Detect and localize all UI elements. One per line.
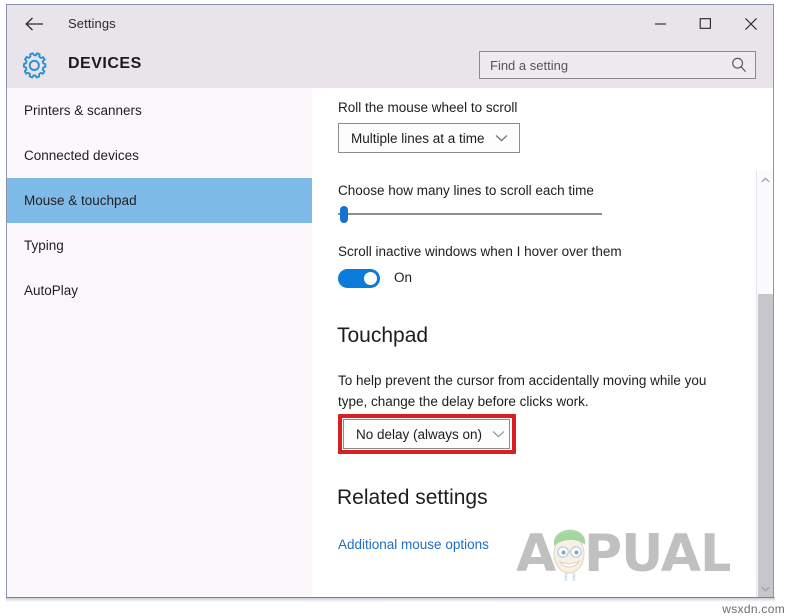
site-watermark: wsxdn.com <box>722 602 785 616</box>
settings-content-scroll-area: Roll the mouse wheel to scroll Multiple … <box>312 88 756 597</box>
window-drop-shadow <box>6 597 775 602</box>
related-settings-heading: Related settings <box>337 486 488 509</box>
touchpad-delay-highlight <box>338 414 516 454</box>
close-button[interactable] <box>728 5 773 42</box>
minimize-icon <box>655 23 666 25</box>
mouse-wheel-dropdown[interactable]: Multiple lines at a time <box>338 123 520 153</box>
scroll-lines-label: Choose how many lines to scroll each tim… <box>338 183 594 198</box>
content-scrollbar[interactable] <box>756 171 773 597</box>
sidebar-item-label: Typing <box>24 238 64 253</box>
scrollbar-thumb[interactable] <box>758 294 773 597</box>
sidebar-item-connected-devices[interactable]: Connected devices <box>7 133 312 178</box>
screenshot-root: Settings DEVICES Find a setting Printers… <box>0 0 789 616</box>
chevron-down-icon <box>760 586 770 592</box>
search-input[interactable] <box>480 52 723 78</box>
touchpad-description: To help prevent the cursor from accident… <box>338 373 707 409</box>
sidebar-item-mouse-touchpad[interactable]: Mouse & touchpad <box>7 178 312 223</box>
settings-content: Roll the mouse wheel to scroll Multiple … <box>312 88 773 597</box>
sidebar-item-typing[interactable]: Typing <box>7 223 312 268</box>
window-title: Settings <box>68 16 116 31</box>
svg-text:PUALS: PUALS <box>584 524 730 581</box>
mouse-wheel-dropdown-value: Multiple lines at a time <box>351 130 485 146</box>
touchpad-heading: Touchpad <box>337 324 429 347</box>
scrollbar-down-arrow[interactable] <box>757 580 773 597</box>
search-icon <box>730 56 748 74</box>
scroll-lines-slider[interactable] <box>338 206 608 223</box>
scroll-inactive-toggle-state: On <box>394 270 413 285</box>
sidebar-item-label: Connected devices <box>24 148 139 163</box>
slider-thumb[interactable] <box>340 206 348 223</box>
sidebar-item-label: Mouse & touchpad <box>24 193 137 208</box>
svg-text:A: A <box>516 524 556 581</box>
maximize-icon <box>699 18 711 29</box>
maximize-button[interactable] <box>683 5 728 42</box>
back-button[interactable] <box>19 10 51 38</box>
search-box[interactable] <box>479 51 756 79</box>
close-icon <box>744 17 757 30</box>
additional-mouse-options-link[interactable]: Additional mouse options <box>338 537 489 552</box>
appuals-logo-icon: A PUALS <box>516 524 756 584</box>
sidebar-item-printers-scanners[interactable]: Printers & scanners <box>7 88 312 133</box>
title-bar: Settings <box>7 5 773 42</box>
scroll-inactive-toggle[interactable] <box>338 269 380 288</box>
slider-track <box>338 213 602 215</box>
chevron-down-icon <box>495 131 509 145</box>
settings-window: Settings DEVICES Find a setting Printers… <box>6 4 774 598</box>
sidebar-item-label: AutoPlay <box>24 283 79 298</box>
scroll-inactive-label: Scroll inactive windows when I hover ove… <box>338 244 622 259</box>
sidebar-item-autoplay[interactable]: AutoPlay <box>7 268 312 313</box>
gear-icon <box>19 50 49 80</box>
appuals-watermark: A PUALS <box>516 509 756 584</box>
minimize-button[interactable] <box>638 5 683 42</box>
page-title: DEVICES <box>68 55 142 72</box>
window-controls <box>638 5 773 42</box>
back-arrow-icon <box>25 17 43 31</box>
toggle-knob <box>364 272 377 285</box>
mouse-wheel-label: Roll the mouse wheel to scroll <box>338 100 518 115</box>
sidebar-item-label: Printers & scanners <box>24 103 142 118</box>
scrollbar-up-arrow[interactable] <box>757 171 773 188</box>
chevron-up-icon <box>760 176 770 182</box>
sidebar: Printers & scanners Connected devices Mo… <box>7 88 312 597</box>
page-header: DEVICES <box>7 42 773 88</box>
